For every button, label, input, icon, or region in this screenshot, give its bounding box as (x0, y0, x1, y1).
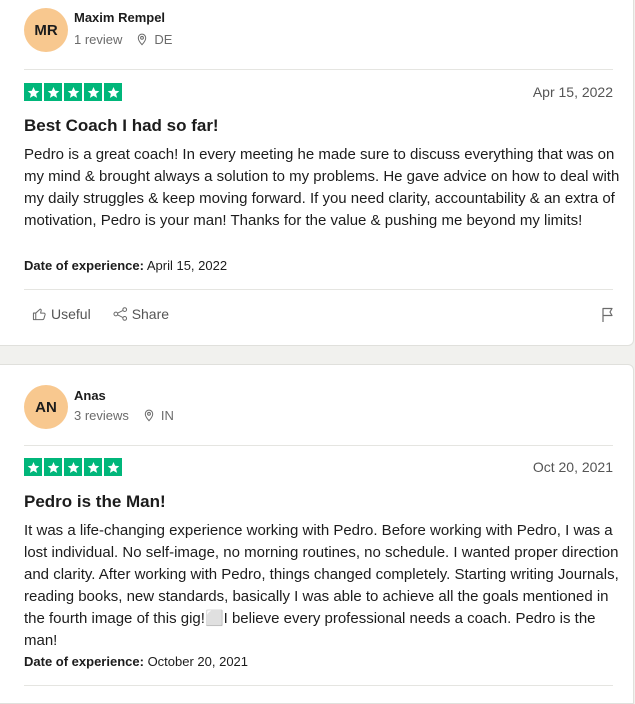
review-date: Oct 20, 2021 (532, 459, 613, 475)
flag-icon[interactable] (601, 307, 615, 323)
star-icon (44, 83, 62, 101)
review-count: 1 review (74, 32, 123, 47)
location-pin-icon (144, 409, 154, 422)
review-date: Apr 15, 2022 (532, 84, 613, 100)
star-rating (24, 458, 122, 476)
avatar[interactable]: MR (24, 8, 68, 52)
review-actions: Useful Share (32, 306, 191, 322)
date-of-experience: Date of experience: October 20, 2021 (24, 654, 248, 669)
star-icon (104, 458, 122, 476)
experience-date: April 15, 2022 (146, 258, 228, 273)
star-icon (104, 83, 122, 101)
experience-label: Date of experience: (24, 258, 144, 273)
star-icon (64, 458, 82, 476)
divider (24, 69, 613, 70)
experience-date: October 20, 2021 (147, 654, 249, 669)
star-icon (84, 458, 102, 476)
reviewer-name[interactable]: Maxim Rempel (74, 10, 165, 25)
divider (24, 445, 613, 446)
divider (24, 685, 613, 686)
reviewer-meta: 3 reviews IN (74, 408, 174, 423)
share-button[interactable]: Share (113, 306, 169, 322)
useful-label: Useful (51, 306, 91, 322)
review-card: MR Maxim Rempel 1 review DE Apr 15, 2022… (0, 0, 634, 346)
reviewer-meta: 1 review DE (74, 32, 172, 47)
useful-button[interactable]: Useful (32, 306, 91, 322)
date-of-experience: Date of experience: April 15, 2022 (24, 258, 227, 273)
star-icon (64, 83, 82, 101)
share-label: Share (131, 306, 170, 322)
experience-label: Date of experience: (24, 654, 144, 669)
share-icon (113, 307, 127, 321)
star-rating (24, 83, 122, 101)
star-icon (84, 83, 102, 101)
avatar[interactable]: AN (24, 385, 68, 429)
reviewer-name[interactable]: Anas (74, 388, 106, 403)
reviewer-country: DE (154, 32, 173, 47)
thumbs-up-icon (32, 308, 46, 321)
review-count: 3 reviews (74, 408, 129, 423)
review-title[interactable]: Pedro is the Man! (24, 492, 166, 512)
review-text: It was a life-changing experience workin… (24, 522, 619, 649)
star-icon (24, 83, 42, 101)
divider (24, 289, 613, 290)
review-title[interactable]: Best Coach I had so far! (24, 116, 219, 136)
reviewer-country: IN (160, 408, 174, 423)
star-icon (44, 458, 62, 476)
review-card: AN Anas 3 reviews IN Oct 20, 2021 Pedro … (0, 364, 634, 704)
location-pin-icon (138, 33, 147, 46)
review-text: Pedro is a great coach! In every meeting… (24, 146, 620, 229)
star-icon (24, 458, 42, 476)
